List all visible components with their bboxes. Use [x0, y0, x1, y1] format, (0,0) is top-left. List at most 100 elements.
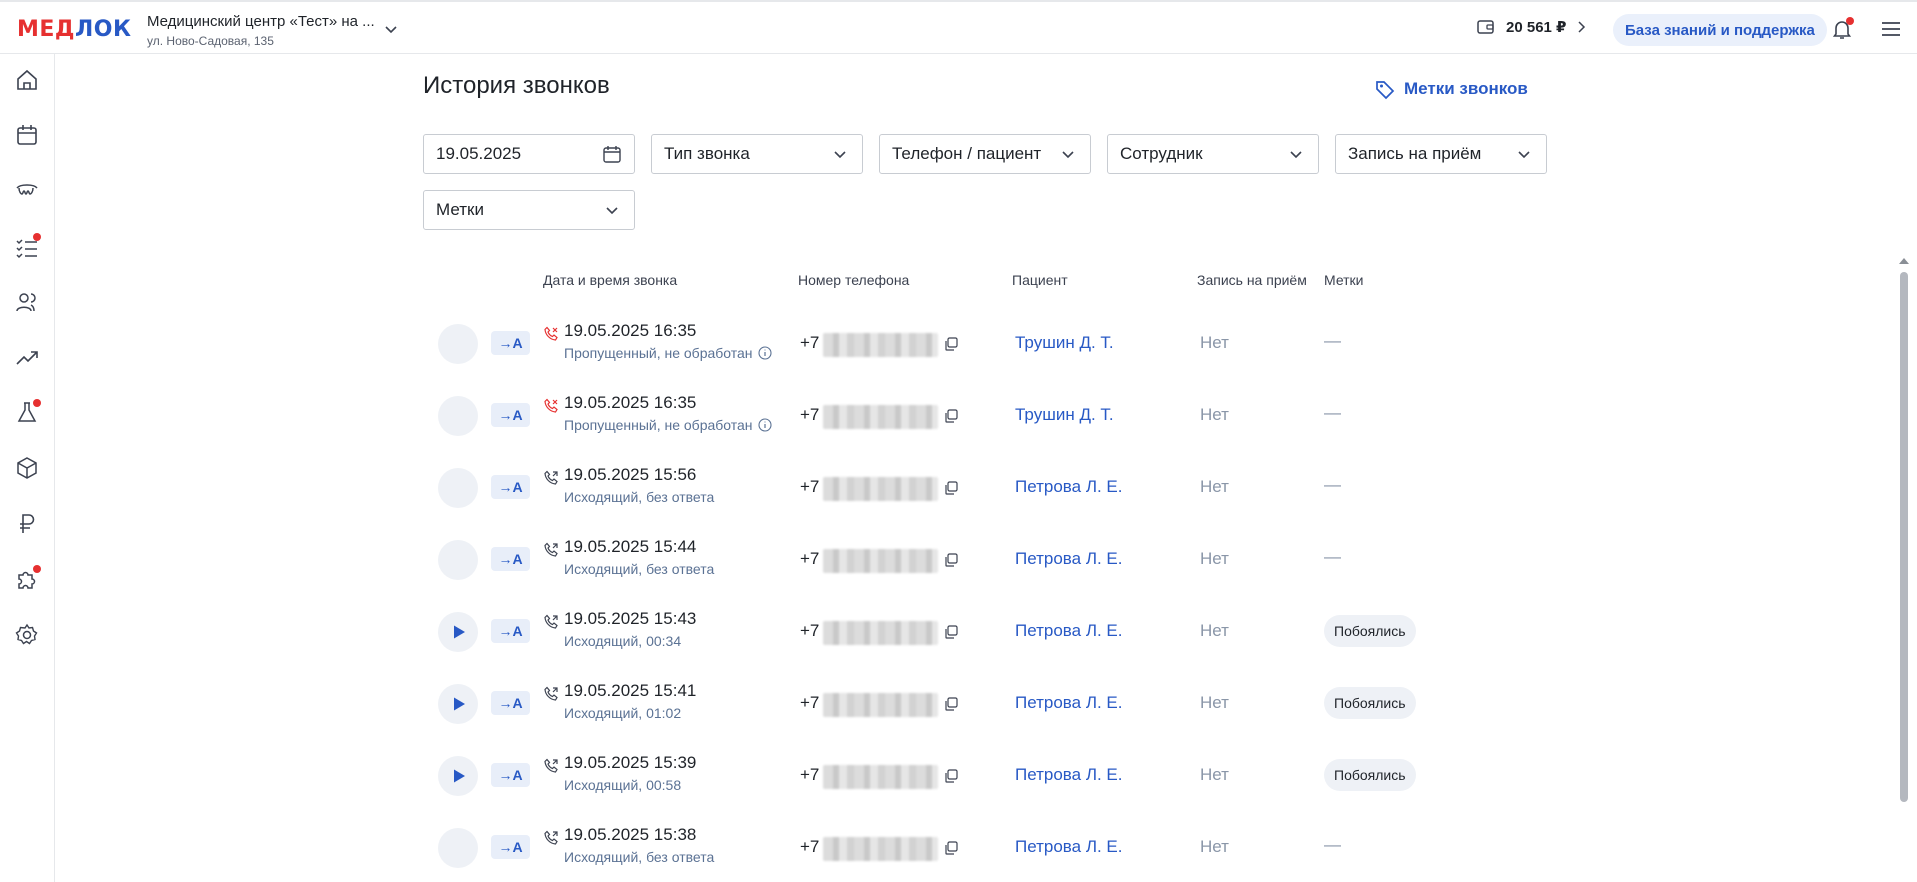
column-header-appointment[interactable]: Запись на приём	[1197, 272, 1307, 288]
call-datetime: 19.05.2025 16:35	[564, 393, 697, 412]
clinic-selector[interactable]: Медицинский центр «Тест» на ... ул. Ново…	[147, 13, 375, 48]
clinic-address: ул. Ново-Садовая, 135	[147, 34, 274, 48]
phone-number-masked	[823, 765, 938, 789]
table-row[interactable]: →A 19.05.2025 15:44 Исходящий, без ответа +…	[423, 523, 1903, 595]
page-title: История звонков	[423, 72, 610, 99]
sidebar-item-tasks[interactable]	[14, 233, 41, 260]
phone-prefix: +7	[800, 693, 820, 712]
ai-transcription-button[interactable]: →A	[491, 403, 530, 427]
patient-link[interactable]: Петрова Л. Е.	[1015, 693, 1123, 713]
missed-call-icon	[544, 398, 558, 413]
column-header-datetime[interactable]: Дата и время звонка	[543, 272, 677, 288]
phone-prefix: +7	[800, 765, 820, 784]
info-icon[interactable]	[757, 346, 772, 360]
box-icon	[17, 457, 37, 479]
info-icon[interactable]	[757, 418, 772, 432]
phone-number-masked	[823, 405, 938, 429]
copy-icon[interactable]	[943, 336, 959, 352]
copy-icon[interactable]	[943, 696, 959, 712]
phone-icon	[544, 686, 558, 701]
call-status: Исходящий, без ответа	[564, 489, 715, 505]
play-button[interactable]	[438, 612, 478, 652]
table-row[interactable]: →A 19.05.2025 15:39 Исходящий, 00:58 +7 Петр…	[423, 739, 1903, 811]
wallet-icon	[1477, 20, 1494, 34]
ai-transcription-button[interactable]: →A	[491, 691, 530, 715]
sidebar-item-warehouse[interactable]	[14, 455, 40, 481]
badge-dot	[33, 565, 41, 573]
table-row[interactable]: →A 19.05.2025 15:41 Исходящий, 01:02 +7 Петр…	[423, 667, 1903, 739]
tag-chip[interactable]: Побоялись	[1324, 615, 1416, 647]
phone-patient-select[interactable]: Телефон / пациент	[879, 134, 1091, 174]
calendar-icon[interactable]	[602, 144, 622, 164]
ai-transcription-button[interactable]: →A	[491, 331, 530, 355]
sidebar-item-lab[interactable]	[14, 399, 41, 426]
phone-prefix: +7	[800, 621, 820, 640]
sidebar-item-analytics[interactable]	[14, 344, 40, 370]
date-filter[interactable]: 19.05.2025	[423, 134, 635, 174]
copy-icon[interactable]	[943, 552, 959, 568]
column-header-patient[interactable]: Пациент	[1012, 272, 1068, 288]
play-button[interactable]	[438, 756, 478, 796]
sidebar-item-integrations[interactable]	[14, 565, 41, 592]
phone-number-masked	[823, 477, 938, 501]
support-button[interactable]: База знаний и поддержка	[1613, 14, 1827, 46]
copy-icon[interactable]	[943, 480, 959, 496]
tag-empty: —	[1324, 475, 1341, 494]
patient-link[interactable]: Петрова Л. Е.	[1015, 621, 1123, 641]
patient-link[interactable]: Петрова Л. Е.	[1015, 477, 1123, 497]
sidebar-item-dental[interactable]	[14, 178, 40, 204]
scrollbar-thumb[interactable]	[1900, 272, 1908, 802]
phone-prefix: +7	[800, 333, 820, 352]
play-icon	[454, 697, 465, 711]
ruble-icon	[20, 514, 35, 533]
tag-chip[interactable]: Побоялись	[1324, 759, 1416, 791]
table-row[interactable]: →A 19.05.2025 15:56 Исходящий, без ответа +…	[423, 451, 1903, 523]
column-header-tags[interactable]: Метки	[1324, 272, 1364, 288]
column-header-phone[interactable]: Номер телефона	[798, 272, 909, 288]
copy-icon[interactable]	[943, 624, 959, 640]
call-type-select[interactable]: Тип звонка	[651, 134, 863, 174]
call-tags-link[interactable]: Метки звонков	[1374, 78, 1528, 100]
tag-chip[interactable]: Побоялись	[1324, 687, 1416, 719]
sidebar-item-users[interactable]	[14, 289, 40, 315]
table-row[interactable]: →A 19.05.2025 16:35 Пропущенный, не обрабо…	[423, 379, 1903, 451]
play-button[interactable]	[438, 684, 478, 724]
table-row[interactable]: →A 19.05.2025 16:35 Пропущенный, не обрабо…	[423, 307, 1903, 379]
ai-transcription-button[interactable]: →A	[491, 835, 530, 859]
ai-transcription-button[interactable]: →A	[491, 547, 530, 571]
call-datetime: 19.05.2025 15:41	[564, 681, 697, 700]
balance-widget[interactable]: 20 561 ₽	[1476, 18, 1586, 36]
sidebar-item-settings[interactable]	[14, 622, 40, 648]
phone-icon	[544, 542, 558, 557]
patient-link[interactable]: Трушин Д. Т.	[1015, 333, 1114, 353]
appointment-select[interactable]: Запись на приём	[1335, 134, 1547, 174]
chevron-down-icon[interactable]	[382, 20, 400, 38]
patient-link[interactable]: Петрова Л. Е.	[1015, 837, 1123, 857]
tags-select[interactable]: Метки	[423, 190, 635, 230]
employee-select[interactable]: Сотрудник	[1107, 134, 1319, 174]
ai-transcription-button[interactable]: →A	[491, 475, 530, 499]
chevron-down-icon	[834, 151, 846, 159]
menu-icon[interactable]	[1880, 19, 1902, 39]
copy-icon[interactable]	[943, 768, 959, 784]
sidebar-item-finance[interactable]	[14, 511, 40, 537]
ai-transcription-button[interactable]: →A	[491, 619, 530, 643]
patient-link[interactable]: Петрова Л. Е.	[1015, 765, 1123, 785]
play-placeholder	[438, 324, 478, 364]
appointment-status: Нет	[1200, 477, 1229, 496]
scroll-up-arrow[interactable]	[1899, 258, 1909, 264]
sidebar-item-home[interactable]	[14, 67, 40, 93]
copy-icon[interactable]	[943, 408, 959, 424]
sidebar-item-calendar[interactable]	[14, 122, 40, 148]
table-row[interactable]: →A 19.05.2025 15:38 Исходящий, без ответа +…	[423, 811, 1903, 882]
date-filter-value: 19.05.2025	[436, 144, 522, 163]
badge-dot	[33, 233, 41, 241]
ai-transcription-button[interactable]: →A	[491, 763, 530, 787]
logo[interactable]: МЕДЛОК	[17, 17, 131, 42]
play-placeholder	[438, 468, 478, 508]
patient-link[interactable]: Трушин Д. Т.	[1015, 405, 1114, 425]
patient-link[interactable]: Петрова Л. Е.	[1015, 549, 1123, 569]
chevron-down-icon	[606, 207, 618, 215]
copy-icon[interactable]	[943, 840, 959, 856]
table-row[interactable]: →A 19.05.2025 15:43 Исходящий, 00:34 +7 Петр…	[423, 595, 1903, 667]
